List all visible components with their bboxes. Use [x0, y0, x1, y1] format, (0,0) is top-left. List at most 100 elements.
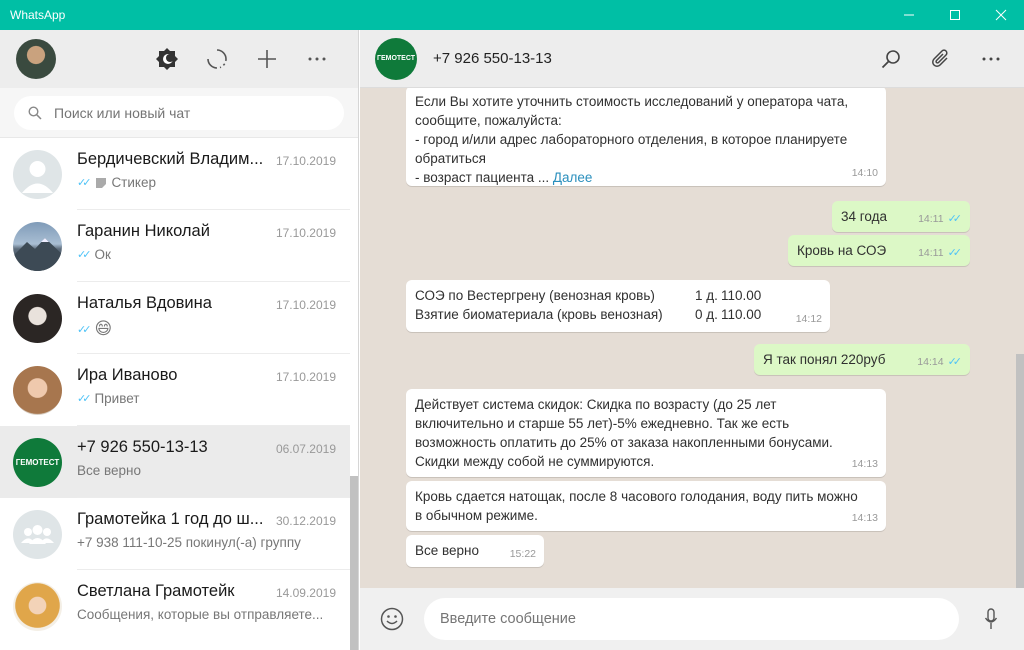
voice-button[interactable]: [979, 601, 1003, 637]
double-check-icon: ✓✓: [947, 247, 963, 259]
search-box[interactable]: [14, 95, 344, 130]
composer: [360, 588, 1024, 650]
chat-item-gramoteyka-group[interactable]: Грамотейка 1 год до ш... 30.12.2019 +7 9…: [0, 498, 350, 570]
chat-item-ivanovo[interactable]: Ира Иваново 17.10.2019 ✓✓ Привет: [0, 354, 350, 426]
message-incoming[interactable]: Все верно 15:22: [406, 535, 544, 567]
message-outgoing[interactable]: Кровь на СОЭ 14:11 ✓✓: [788, 235, 970, 266]
left-header: [0, 30, 358, 88]
messages-scrollbar[interactable]: [1016, 354, 1024, 588]
plus-icon: [258, 50, 276, 68]
refresh-icon: [207, 49, 227, 69]
gemotest-logo: ГЕМОТЕСТ: [15, 457, 60, 467]
minimize-icon: [904, 14, 914, 16]
left-panel: Бердичевский Владим... 17.10.2019 ✓✓ Сти…: [0, 30, 359, 650]
chat-preview: 😄: [94, 319, 113, 338]
chat-item-garanin[interactable]: Гаранин Николай 17.10.2019 ✓✓ Ок: [0, 210, 350, 282]
message-text: Кровь на СОЭ: [797, 243, 887, 258]
message-time: 14:10: [851, 167, 878, 179]
emoji-button[interactable]: [374, 601, 410, 637]
chat-preview: Ок: [94, 247, 111, 262]
chat-preview: +7 938 111-10-25 покинул(-а) группу: [77, 535, 301, 550]
message-time: 14:11: [918, 247, 944, 259]
avatar: [13, 365, 62, 415]
double-check-icon: ✓✓: [947, 213, 963, 225]
price-table: СОЭ по Вестергрену (венозная кровь) 1 д.…: [415, 286, 820, 324]
avatar: ГЕМОТЕСТ: [13, 437, 62, 487]
table-cell: 1 д.: [695, 288, 718, 303]
chat-date: 14.09.2019: [275, 586, 336, 600]
more-dots-icon: [982, 57, 1000, 60]
table-cell: Взятие биоматериала (кровь венозная): [415, 307, 663, 322]
message-incoming[interactable]: СОЭ по Вестергрену (венозная кровь) 1 д.…: [406, 280, 830, 332]
double-check-icon: ✓✓: [77, 393, 92, 405]
message-line: сообщите, пожалуйста:: [415, 113, 562, 128]
read-more-link[interactable]: Далее: [553, 170, 593, 185]
message-time: 14:14: [917, 356, 944, 368]
chat-list-scrollbar[interactable]: [350, 476, 358, 650]
message-line: Кровь сдается натощак, после 8 часового …: [415, 489, 858, 504]
message-outgoing[interactable]: Я так понял 220руб 14:14 ✓✓: [754, 344, 970, 375]
contact-name[interactable]: +7 926 550-13-13: [433, 50, 552, 67]
table-cell: 110.00: [721, 307, 762, 322]
chat-preview: Сообщения, которые вы отправляете...: [77, 607, 324, 622]
message-time: 15:22: [509, 548, 536, 560]
minimize-button[interactable]: [886, 0, 932, 30]
message-input[interactable]: [424, 598, 959, 640]
message-line: возможность оплатить до 25% от заказа на…: [415, 435, 833, 450]
menu-button[interactable]: [292, 39, 342, 79]
message-incoming[interactable]: Если Вы хотите уточнить стоимость исслед…: [406, 88, 886, 186]
chat-preview: Привет: [94, 391, 140, 406]
search-messages-button[interactable]: [866, 39, 916, 79]
smiley-icon: [380, 607, 404, 631]
contact-avatar[interactable]: ГЕМОТЕСТ: [375, 37, 417, 80]
chat-list: Бердичевский Владим... 17.10.2019 ✓✓ Сти…: [0, 138, 350, 650]
conversation-panel: ГЕМОТЕСТ +7 926 550-13-13 Если Вы хотите…: [360, 30, 1024, 650]
new-chat-button[interactable]: [242, 39, 292, 79]
chat-preview: Все верно: [77, 463, 142, 478]
chat-name: +7 926 550-13-13: [77, 438, 208, 456]
message-incoming[interactable]: Кровь сдается натощак, после 8 часового …: [406, 481, 886, 531]
message-time: 14:13: [851, 512, 878, 524]
chat-date: 17.10.2019: [275, 370, 336, 384]
maximize-icon: [950, 10, 960, 20]
message-line: Если Вы хотите уточнить стоимость исслед…: [415, 94, 849, 109]
message-area: Если Вы хотите уточнить стоимость исслед…: [360, 88, 1016, 588]
refresh-button[interactable]: [192, 39, 242, 79]
chat-name: Бердичевский Владим...: [77, 150, 264, 168]
double-check-icon: ✓✓: [77, 249, 92, 261]
maximize-button[interactable]: [932, 0, 978, 30]
search-input[interactable]: [54, 104, 294, 121]
message-incoming[interactable]: Действует система скидок: Скидка по возр…: [406, 389, 886, 477]
chat-name: Гаранин Николай: [77, 222, 210, 240]
double-check-icon: ✓✓: [77, 177, 92, 189]
table-cell: 0 д.: [695, 307, 718, 322]
chat-name: Наталья Вдовина: [77, 294, 212, 312]
avatar: [13, 221, 62, 271]
status-button[interactable]: [142, 39, 192, 79]
message-line: Действует система скидок: Скидка по возр…: [415, 397, 777, 412]
chat-item-vdovina[interactable]: Наталья Вдовина 17.10.2019 ✓✓ 😄: [0, 282, 350, 354]
chat-item-berdichevsky[interactable]: Бердичевский Владим... 17.10.2019 ✓✓ Сти…: [0, 138, 350, 210]
chat-date: 17.10.2019: [275, 154, 336, 168]
avatar: [13, 293, 62, 343]
status-icon: [156, 48, 178, 70]
chat-date: 17.10.2019: [275, 226, 336, 240]
avatar[interactable]: [16, 39, 56, 79]
message-text: Все верно: [415, 543, 480, 558]
message-line: включительно и старше 55 лет)-5% ежеднев…: [415, 416, 790, 431]
chat-date: 06.07.2019: [275, 442, 336, 456]
conversation-menu-button[interactable]: [966, 39, 1016, 79]
message-outgoing[interactable]: 34 года 14:11 ✓✓: [832, 201, 970, 232]
attach-button[interactable]: [916, 39, 966, 79]
message-line: - город и/или адрес лабораторного отделе…: [415, 132, 848, 147]
message-text: 34 года: [841, 209, 887, 224]
message-text: Я так понял 220руб: [763, 352, 886, 367]
gemotest-logo: ГЕМОТЕСТ: [376, 55, 415, 62]
chat-item-svetlana[interactable]: Светлана Грамотейк 14.09.2019 Сообщения,…: [0, 570, 350, 642]
chat-date: 30.12.2019: [275, 514, 336, 528]
app-title: WhatsApp: [10, 8, 66, 22]
close-button[interactable]: [978, 0, 1024, 30]
message-time: 14:11: [918, 213, 944, 225]
chat-name: Светлана Грамотейк: [77, 582, 235, 600]
chat-item-gemotest[interactable]: ГЕМОТЕСТ +7 926 550-13-13 06.07.2019 Все…: [0, 426, 350, 498]
